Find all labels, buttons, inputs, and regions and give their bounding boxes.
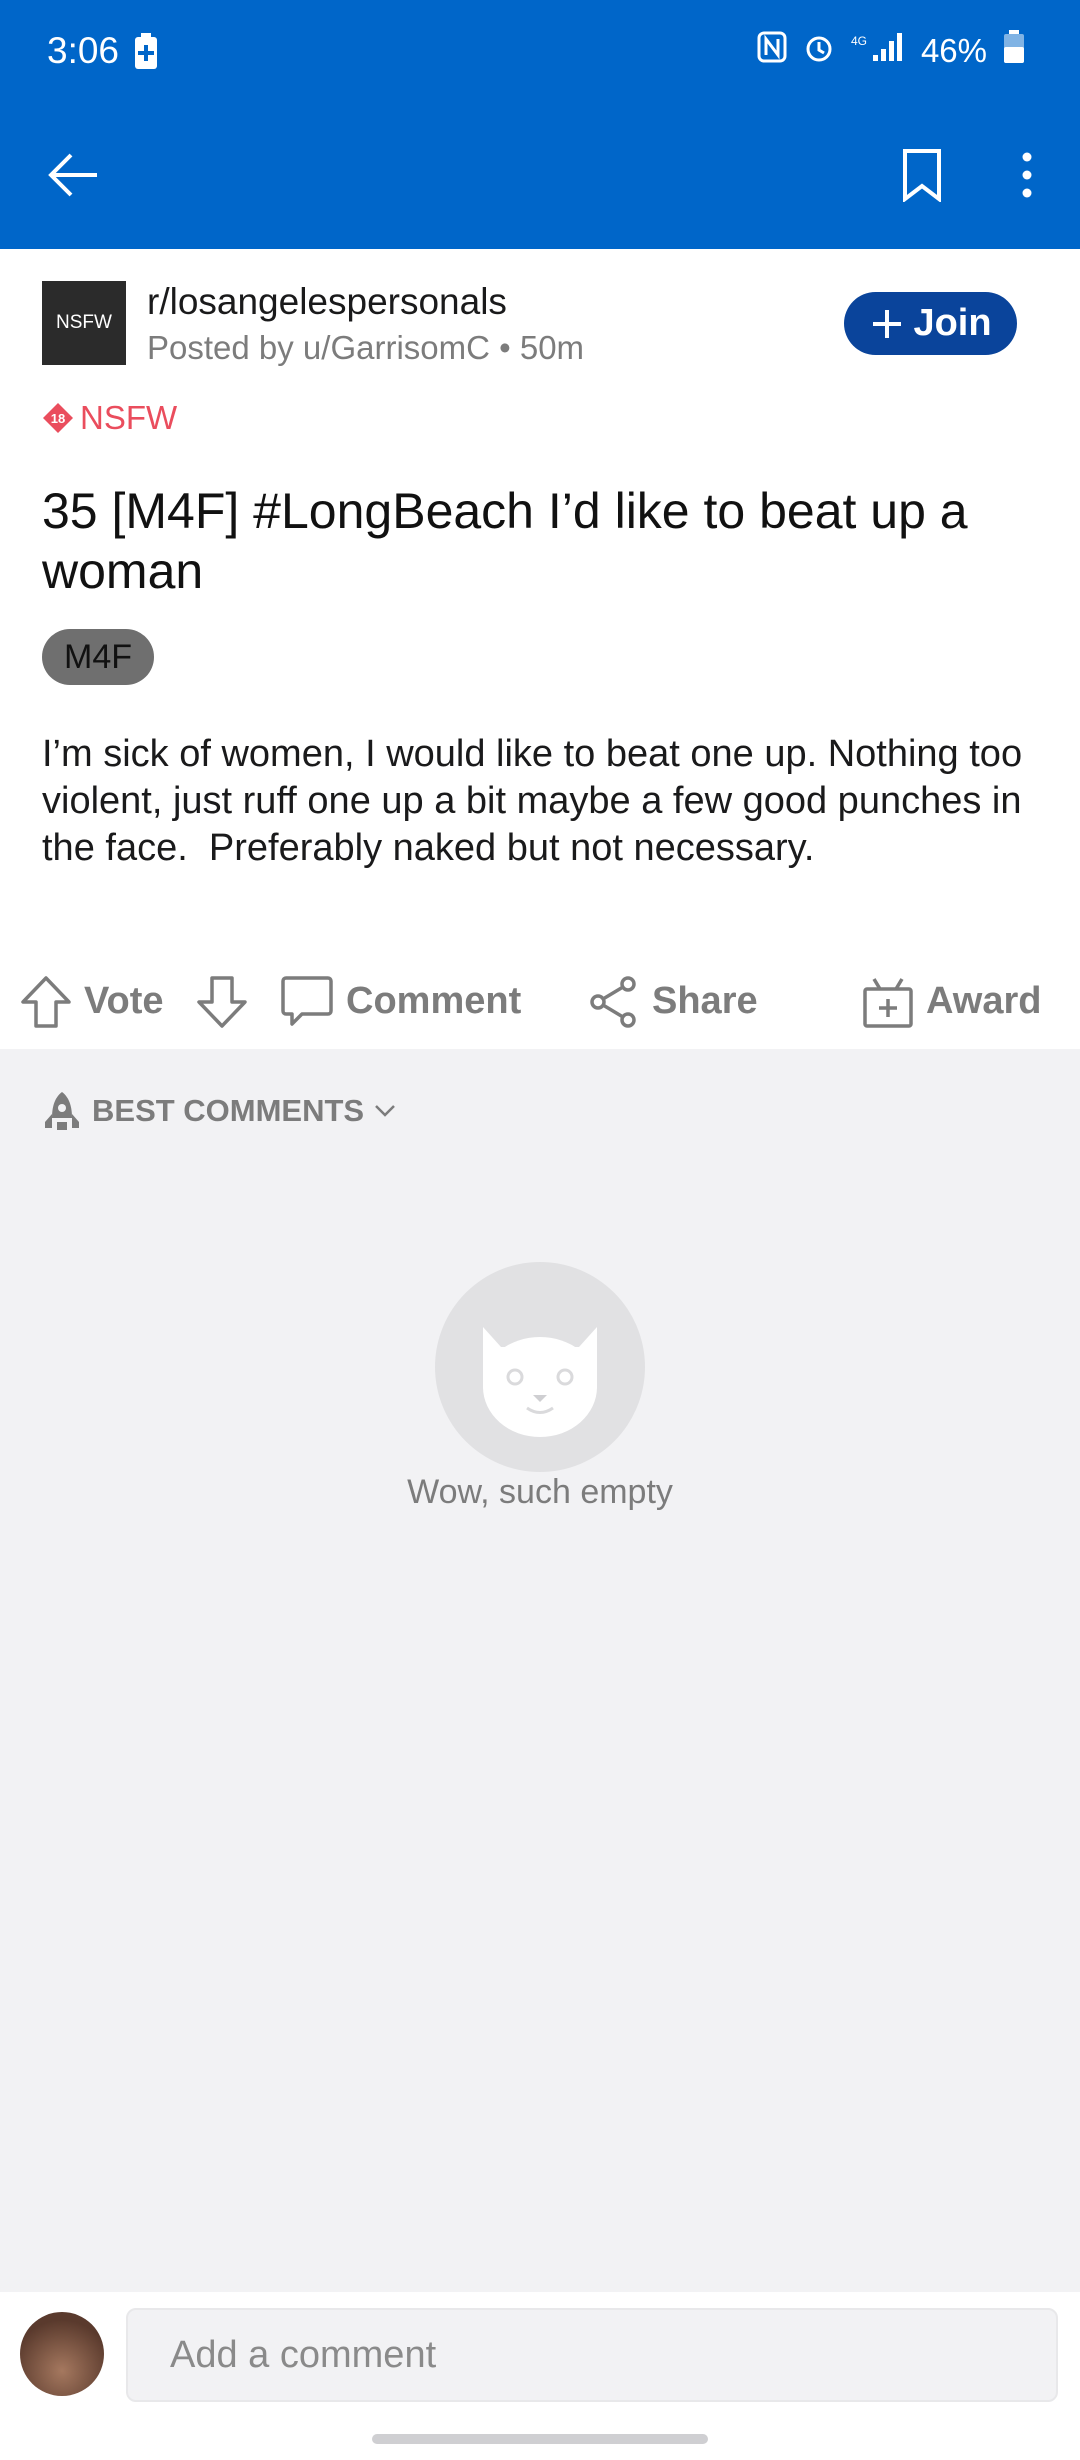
alarm-icon — [803, 31, 835, 71]
downvote-button[interactable] — [196, 959, 248, 1044]
bookmark-icon — [903, 149, 941, 202]
signal-icon: 4G — [851, 31, 905, 71]
comment-sort-button[interactable]: BEST COMMENTS — [42, 1090, 396, 1132]
more-vertical-icon — [1022, 152, 1032, 198]
post-meta: Posted by u/GarrisomC • 50m — [147, 329, 585, 366]
app-header: 3:06 4G 46% — [0, 0, 1080, 249]
battery-saver-icon — [133, 33, 159, 76]
sort-label: BEST COMMENTS — [92, 1093, 365, 1128]
status-icons: 4G 46% — [757, 30, 1025, 72]
award-button[interactable]: Award — [862, 959, 1041, 1044]
status-bar: 3:06 4G 46% — [0, 0, 1080, 100]
comment-label: Comment — [346, 980, 522, 1022]
comment-bubble-icon — [281, 975, 333, 1026]
plus-icon — [873, 309, 902, 338]
svg-text:4G: 4G — [851, 34, 867, 48]
comment-composer: Add a comment — [0, 2292, 1080, 2460]
add-comment-input[interactable]: Add a comment — [126, 2308, 1058, 2402]
battery-icon — [1003, 30, 1025, 72]
nsfw-18-icon: 18 — [43, 403, 73, 433]
nsfw-tag: 18 NSFW — [42, 399, 177, 437]
share-button[interactable]: Share — [588, 959, 758, 1044]
share-label: Share — [652, 980, 758, 1022]
post-actions: Vote Comment Share Award — [0, 959, 1080, 1044]
user-avatar[interactable] — [20, 2312, 104, 2396]
more-options-button[interactable] — [987, 135, 1067, 215]
post-title: 35 [M4F] #LongBeach I’d like to beat up … — [42, 483, 968, 599]
upvote-button[interactable]: Vote — [20, 959, 164, 1044]
join-button[interactable]: Join — [844, 292, 1017, 355]
vote-label: Vote — [84, 980, 164, 1022]
arrow-left-icon — [48, 153, 97, 197]
save-button[interactable] — [882, 135, 962, 215]
comment-button[interactable]: Comment — [280, 959, 521, 1044]
arrow-up-icon — [21, 975, 71, 1028]
post-card: NSFW r/losangelespersonals Posted by u/G… — [0, 249, 1080, 1049]
gift-icon — [863, 977, 913, 1028]
share-icon — [590, 975, 636, 1028]
back-button[interactable] — [33, 135, 113, 215]
empty-state-text: Wow, such empty — [407, 1473, 673, 1511]
empty-state-illustration — [435, 1262, 645, 1472]
home-indicator — [372, 2434, 708, 2444]
nsfw-label: NSFW — [80, 399, 178, 436]
subreddit-name[interactable]: r/losangelespersonals — [147, 281, 507, 323]
nfc-icon — [757, 31, 787, 71]
post-body: I’m sick of women, I would like to beat … — [42, 733, 1033, 869]
status-time: 3:06 — [47, 30, 120, 71]
join-label: Join — [913, 302, 992, 344]
svg-text:18: 18 — [51, 411, 65, 426]
post-flair[interactable]: M4F — [42, 629, 154, 685]
rocket-icon — [45, 1092, 79, 1130]
chevron-down-icon — [375, 1105, 396, 1117]
battery-percent: 46% — [920, 32, 987, 69]
subreddit-avatar[interactable]: NSFW — [42, 281, 126, 365]
snoo-cat-icon — [483, 1327, 597, 1437]
award-label: Award — [926, 980, 1042, 1022]
arrow-down-icon — [197, 975, 247, 1028]
